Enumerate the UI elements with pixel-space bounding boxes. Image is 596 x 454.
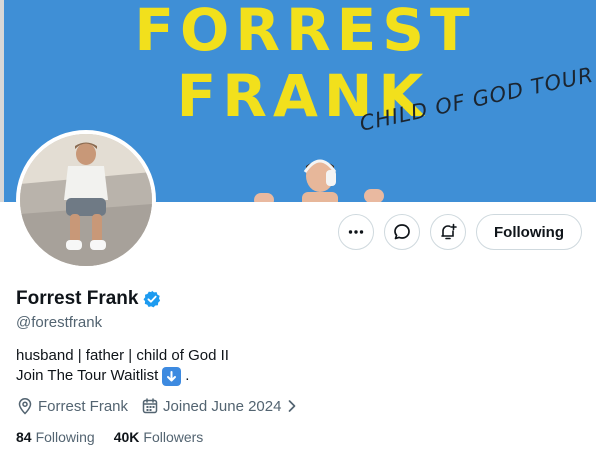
notification-bell-icon [441,223,457,240]
location-pin-icon [18,398,32,415]
banner-hand-right [364,189,384,202]
calendar-icon [142,398,158,414]
followers-count: 40K [113,429,140,445]
more-button[interactable] [338,214,375,250]
location: Forrest Frank [16,397,128,415]
bio-text-2: Join The Tour Waitlist [16,367,159,384]
verified-badge-icon[interactable] [143,290,161,308]
banner-person-image [302,159,338,202]
following-stat[interactable]: 84 Following [16,429,95,445]
bio-text-1: husband | father | child of God II [16,347,229,364]
notify-button[interactable] [430,214,467,250]
following-button[interactable]: Following [476,214,582,250]
profile-meta: Forrest Frank Joined June 2024 [16,397,299,415]
message-icon [394,224,410,240]
message-button[interactable] [384,214,421,250]
bio: husband | father | child of God II Join … [16,346,229,386]
join-date-text: Joined June 2024 [163,397,282,415]
location-text: Forrest Frank [38,397,129,415]
follow-stats: 84 Following 40K Followers [16,429,203,445]
bio-line-2: Join The Tour Waitlist . [16,366,229,386]
followers-label: Followers [143,429,204,445]
following-label: Following [35,429,95,445]
more-icon [348,230,364,234]
display-name: Forrest Frank [16,288,139,309]
name-row: Forrest Frank [16,288,161,310]
avatar[interactable] [16,130,156,270]
bio-text-2-end: . [185,367,190,384]
banner-title-line1: FORREST [134,0,476,64]
profile-actions: Following [338,214,582,250]
bio-line-1: husband | father | child of God II [16,346,229,366]
chevron-right-icon [289,400,296,412]
followers-stat[interactable]: 40K Followers [114,429,204,445]
avatar-photo [20,134,152,266]
down-arrow-emoji-icon [162,366,182,386]
following-count: 84 [16,429,32,445]
banner-hand-left [254,193,274,202]
join-date[interactable]: Joined June 2024 [141,397,299,415]
handle: @forestfrank [16,314,103,331]
